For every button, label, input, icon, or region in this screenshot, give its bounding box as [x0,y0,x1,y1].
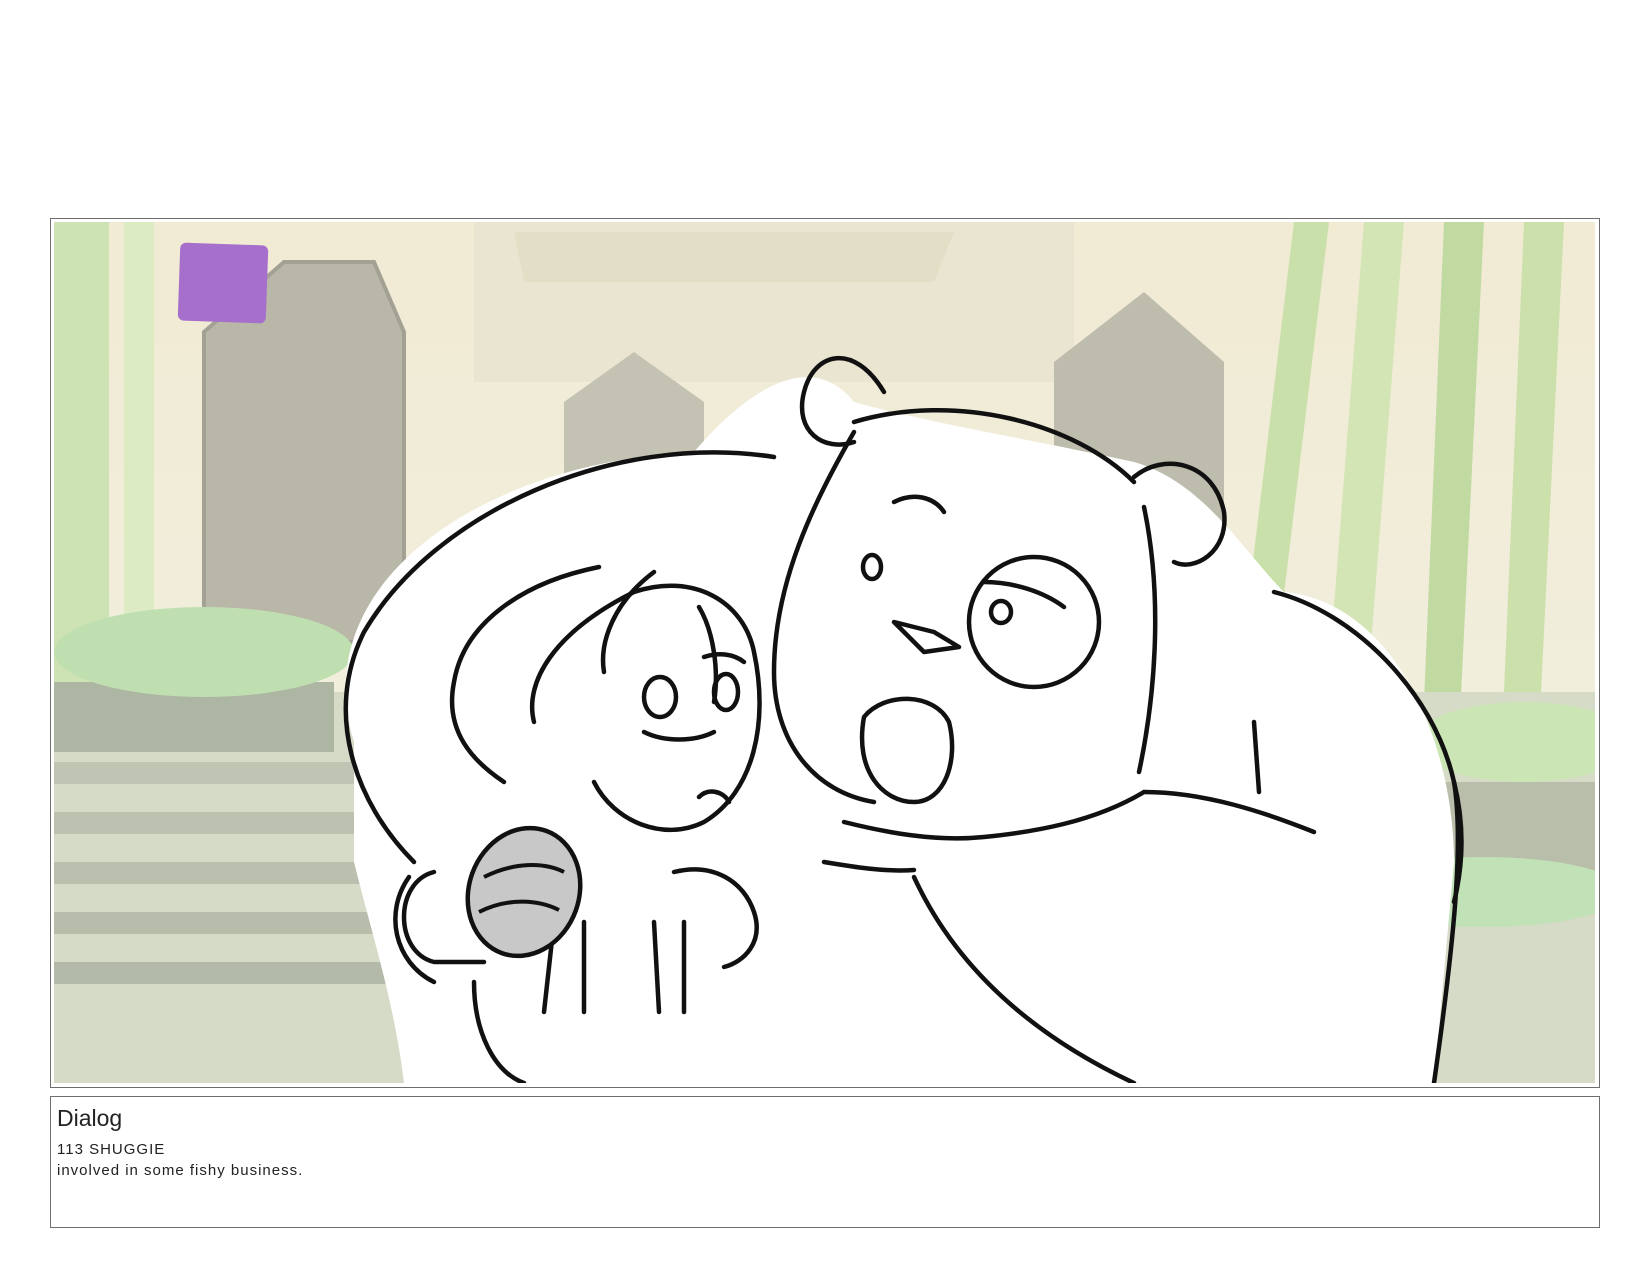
storyboard-drawing [54,222,1595,1083]
storyboard-panel [50,218,1600,1088]
dialog-speaker-line: 113 SHUGGIE [57,1141,166,1158]
dialog-box: Dialog 113 SHUGGIE involved in some fish… [50,1096,1600,1228]
dialog-text-line: involved in some fishy business. [57,1162,304,1179]
purple-marker [177,242,269,324]
dialog-heading: Dialog [57,1105,123,1131]
